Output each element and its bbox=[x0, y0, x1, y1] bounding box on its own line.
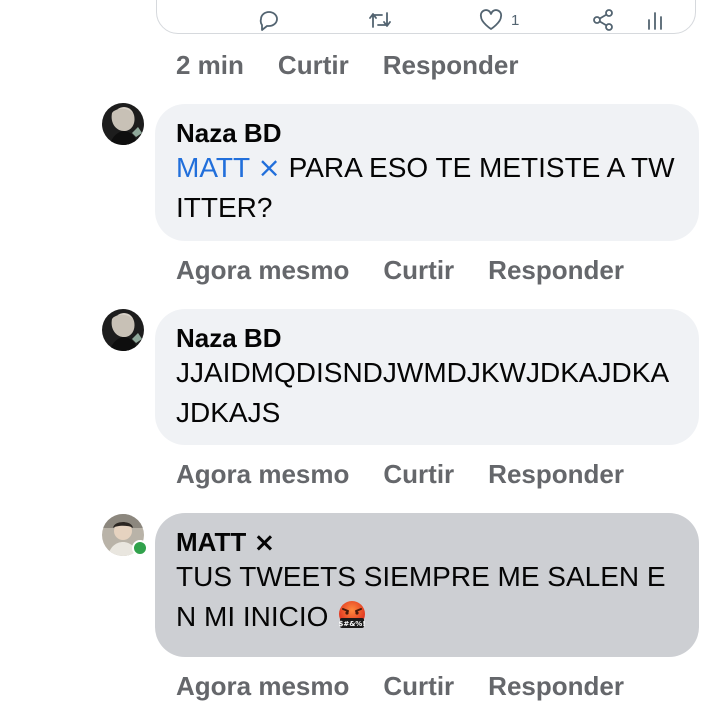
avatar[interactable] bbox=[102, 309, 144, 351]
avatar[interactable] bbox=[102, 103, 144, 145]
timestamp: Agora mesmo bbox=[176, 670, 350, 701]
tweet-reply-button[interactable] bbox=[257, 9, 281, 31]
retweet-icon bbox=[369, 12, 391, 28]
analytics-icon bbox=[648, 12, 662, 30]
share-icon bbox=[593, 9, 613, 31]
timestamp: Agora mesmo bbox=[176, 458, 350, 489]
embed-meta-row: 2 min Curtir Responder bbox=[176, 49, 519, 81]
tweet-analytics-button[interactable] bbox=[645, 9, 665, 31]
comment-text: MATT ⨯ PARA ESO TE METISTE A TWITTER? bbox=[176, 148, 679, 228]
timestamp: 2 min bbox=[176, 49, 244, 80]
comment-text: TUS TWEETS SIEMPRE ME SALEN EN MI INICIO… bbox=[176, 557, 679, 637]
comment-author[interactable]: Naza BD bbox=[176, 118, 679, 148]
comment-bubble[interactable]: Naza BD MATT ⨯ PARA ESO TE METISTE A TWI… bbox=[155, 104, 699, 241]
mention-link[interactable]: MATT ⨯ bbox=[176, 152, 281, 183]
comment-meta-row: Agora mesmo Curtir Responder bbox=[176, 254, 624, 286]
like-count: 1 bbox=[511, 11, 520, 29]
comment-author[interactable]: Naza BD bbox=[176, 323, 679, 353]
timestamp: Agora mesmo bbox=[176, 254, 350, 285]
tweet-share-button[interactable] bbox=[591, 9, 615, 31]
reply-link[interactable]: Responder bbox=[383, 50, 519, 81]
reply-link[interactable]: Responder bbox=[488, 459, 624, 490]
like-link[interactable]: Curtir bbox=[278, 50, 349, 81]
reply-link[interactable]: Responder bbox=[488, 255, 624, 286]
comment-meta-row: Agora mesmo Curtir Responder bbox=[176, 670, 624, 702]
reply-icon bbox=[259, 11, 278, 31]
comment-body: TUS TWEETS SIEMPRE ME SALEN EN MI INICIO bbox=[176, 561, 666, 632]
comment-bubble[interactable]: Naza BD JJAIDMQDISNDJWMDJKWJDKAJDKAJDKAJ… bbox=[155, 309, 699, 445]
comment-meta-row: Agora mesmo Curtir Responder bbox=[176, 458, 624, 490]
svg-text:$#&%!: $#&%! bbox=[339, 620, 366, 628]
tweet-like-button[interactable]: 1 bbox=[479, 9, 519, 31]
like-link[interactable]: Curtir bbox=[383, 671, 454, 702]
like-icon bbox=[479, 9, 503, 30]
online-status-dot bbox=[132, 540, 148, 556]
face-with-symbols-on-mouth-icon: $#&%! bbox=[336, 600, 368, 630]
comment-author[interactable]: MATT ⨯ bbox=[176, 527, 679, 557]
embedded-tweet-card[interactable]: 1 bbox=[156, 0, 696, 34]
reply-link[interactable]: Responder bbox=[488, 671, 624, 702]
like-link[interactable]: Curtir bbox=[383, 255, 454, 286]
comment-bubble-selected[interactable]: MATT ⨯ TUS TWEETS SIEMPRE ME SALEN EN MI… bbox=[155, 513, 699, 657]
like-link[interactable]: Curtir bbox=[383, 459, 454, 490]
tweet-retweet-button[interactable] bbox=[367, 9, 393, 31]
comment-text: JJAIDMQDISNDJWMDJKWJDKAJDKAJDKAJS bbox=[176, 357, 670, 428]
